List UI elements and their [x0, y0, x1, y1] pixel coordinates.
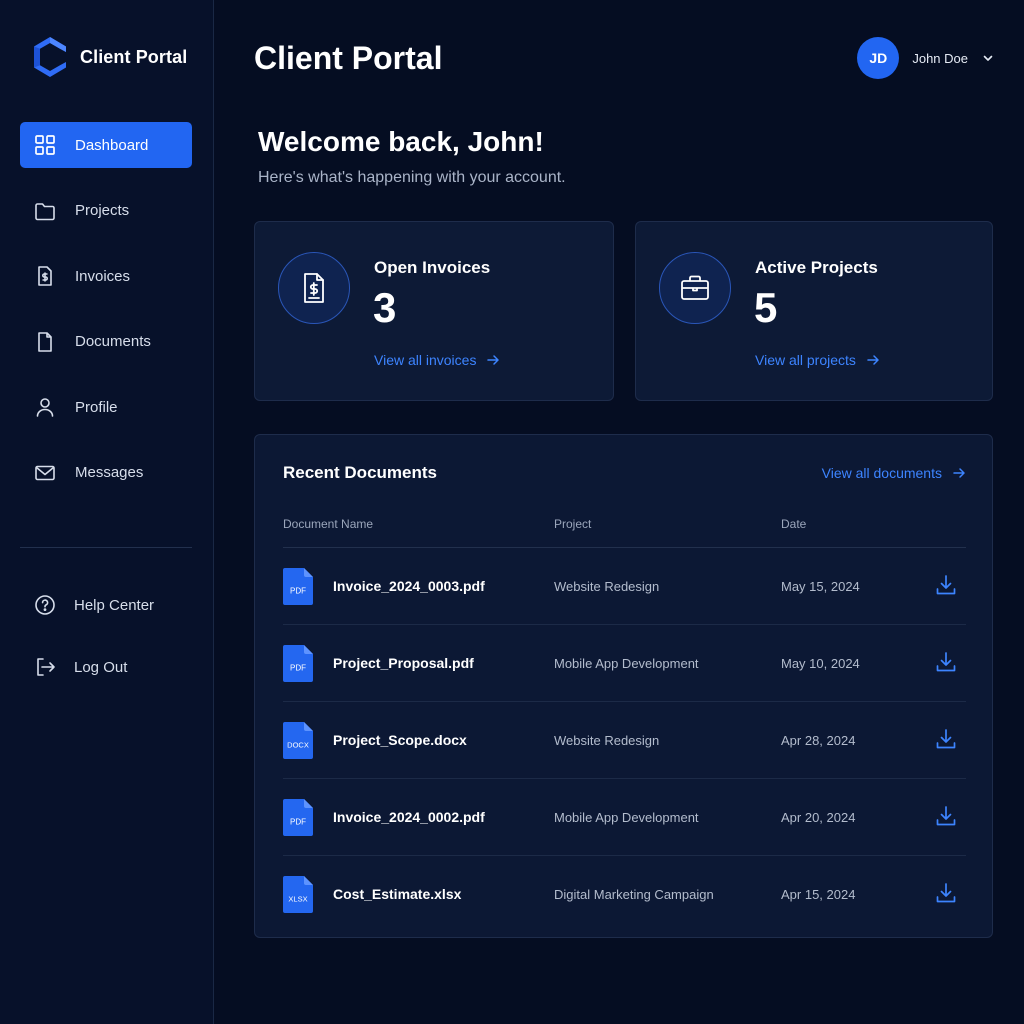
arrow-right-icon: [867, 355, 879, 365]
document-project: Mobile App Development: [554, 656, 699, 671]
xlsx-file-icon: XLSX: [283, 876, 313, 913]
document-icon: [34, 331, 56, 353]
sidebar-item-label: Projects: [75, 202, 130, 219]
document-project: Website Redesign: [554, 579, 660, 594]
folder-icon: [34, 200, 56, 222]
svg-text:DOCX: DOCX: [287, 741, 309, 750]
brand[interactable]: Client Portal: [32, 36, 187, 78]
view-all-projects-link[interactable]: View all projects: [755, 352, 880, 368]
mail-icon: [34, 462, 56, 484]
chevron-down-icon: [983, 55, 993, 61]
active-projects-card: Active Projects 5 View all projects: [635, 221, 993, 401]
app-root: Client Portal Dashboard Projects Invoice…: [0, 0, 1024, 1024]
sidebar-item-label: Profile: [75, 398, 118, 416]
download-icon[interactable]: [935, 805, 957, 827]
sidebar: Client Portal Dashboard Projects Invoice…: [0, 0, 214, 1024]
sidebar-item-label: Invoices: [75, 267, 131, 285]
table-row[interactable]: XLSX Cost_Estimate.xlsx Digital Marketin…: [283, 856, 966, 933]
main-content: Client Portal JD John Doe Welcome back, …: [214, 0, 1024, 1024]
sidebar-item-dashboard[interactable]: Dashboard: [20, 122, 192, 168]
document-date: Apr 15, 2024: [781, 887, 856, 902]
link-label: View all invoices: [374, 352, 477, 368]
page-title: Client Portal: [254, 40, 443, 76]
document-date: Apr 20, 2024: [781, 810, 856, 825]
svg-text:PDF: PDF: [290, 818, 306, 827]
card-title: Open Invoices: [374, 258, 491, 277]
arrow-right-icon: [953, 468, 965, 478]
user-icon: [34, 396, 56, 418]
briefcase-icon: [659, 252, 731, 324]
pdf-file-icon: PDF: [283, 799, 313, 836]
document-name[interactable]: Invoice_2024_0003.pdf: [333, 578, 485, 594]
svg-text:PDF: PDF: [290, 664, 306, 673]
svg-text:PDF: PDF: [290, 587, 306, 596]
document-project: Website Redesign: [554, 733, 660, 748]
sidebar-item-invoices[interactable]: Invoices: [20, 253, 192, 299]
card-count: 5: [754, 284, 778, 331]
docx-file-icon: DOCX: [283, 722, 313, 759]
table-row[interactable]: PDF Invoice_2024_0002.pdf Mobile App Dev…: [283, 779, 966, 856]
download-icon[interactable]: [935, 728, 957, 750]
sidebar-item-label: Dashboard: [75, 136, 149, 154]
download-icon[interactable]: [935, 882, 957, 904]
welcome-heading: Welcome back, John!: [258, 126, 544, 157]
user-menu[interactable]: JD John Doe: [857, 37, 994, 79]
download-icon[interactable]: [935, 651, 957, 673]
pdf-file-icon: PDF: [283, 645, 313, 682]
sidebar-item-label: Log Out: [74, 658, 128, 676]
document-project: Mobile App Development: [554, 810, 699, 825]
arrow-right-icon: [487, 355, 500, 365]
brand-name: Client Portal: [80, 46, 188, 67]
welcome-subtitle: Here's what's happening with your accoun…: [258, 169, 566, 186]
help-icon: [34, 594, 56, 616]
user-name: John Doe: [912, 50, 968, 66]
column-header-document-name: Document Name: [283, 517, 374, 531]
document-date: May 10, 2024: [781, 656, 860, 671]
sidebar-item-label: Messages: [75, 464, 144, 481]
invoice-icon: [278, 252, 350, 324]
view-all-invoices-link[interactable]: View all invoices: [374, 352, 500, 368]
sidebar-item-profile[interactable]: Profile: [20, 384, 192, 430]
sidebar-secondary-nav: Help Center Log Out: [20, 582, 192, 706]
document-name[interactable]: Project_Proposal.pdf: [333, 655, 474, 671]
document-name[interactable]: Invoice_2024_0002.pdf: [333, 809, 485, 825]
sidebar-divider: [20, 547, 192, 548]
recent-documents-title: Recent Documents: [283, 463, 437, 482]
invoice-icon: [34, 265, 56, 287]
logo-icon: [34, 37, 66, 77]
sidebar-item-help-center[interactable]: Help Center: [20, 582, 192, 628]
card-count: 3: [373, 284, 397, 331]
recent-documents-panel: Recent Documents View all documents Docu…: [254, 434, 993, 938]
table-row[interactable]: PDF Invoice_2024_0003.pdf Website Redesi…: [283, 548, 966, 625]
column-header-project: Project: [554, 517, 592, 531]
grid-icon: [34, 134, 56, 156]
sidebar-item-label: Help Center: [74, 596, 155, 614]
pdf-file-icon: PDF: [283, 568, 313, 605]
logout-icon: [34, 656, 56, 678]
document-date: May 15, 2024: [781, 579, 860, 594]
sidebar-item-projects[interactable]: Projects: [20, 188, 192, 234]
sidebar-item-messages[interactable]: Messages: [20, 450, 192, 496]
sidebar-nav: Dashboard Projects Invoices Documents Pr…: [20, 122, 192, 515]
table-row[interactable]: DOCX Project_Scope.docx Website Redesign…: [283, 702, 966, 779]
open-invoices-card: Open Invoices 3 View all invoices: [254, 221, 614, 401]
view-all-documents-link[interactable]: View all documents: [822, 465, 966, 481]
card-title: Active Projects: [755, 258, 878, 277]
link-label: View all projects: [755, 352, 856, 368]
sidebar-item-label: Documents: [75, 333, 151, 350]
avatar: JD: [857, 37, 900, 79]
svg-text:XLSX: XLSX: [288, 895, 307, 904]
sidebar-item-documents[interactable]: Documents: [20, 319, 192, 365]
column-header-date: Date: [781, 517, 807, 531]
document-name[interactable]: Cost_Estimate.xlsx: [333, 886, 461, 902]
document-date: Apr 28, 2024: [781, 733, 856, 748]
download-icon[interactable]: [935, 574, 957, 596]
documents-table-body: PDF Invoice_2024_0003.pdf Website Redesi…: [283, 548, 966, 933]
table-row[interactable]: PDF Project_Proposal.pdf Mobile App Deve…: [283, 625, 966, 702]
document-project: Digital Marketing Campaign: [554, 887, 714, 902]
document-name[interactable]: Project_Scope.docx: [333, 732, 467, 748]
link-label: View all documents: [821, 465, 942, 481]
sidebar-item-log-out[interactable]: Log Out: [20, 644, 192, 690]
